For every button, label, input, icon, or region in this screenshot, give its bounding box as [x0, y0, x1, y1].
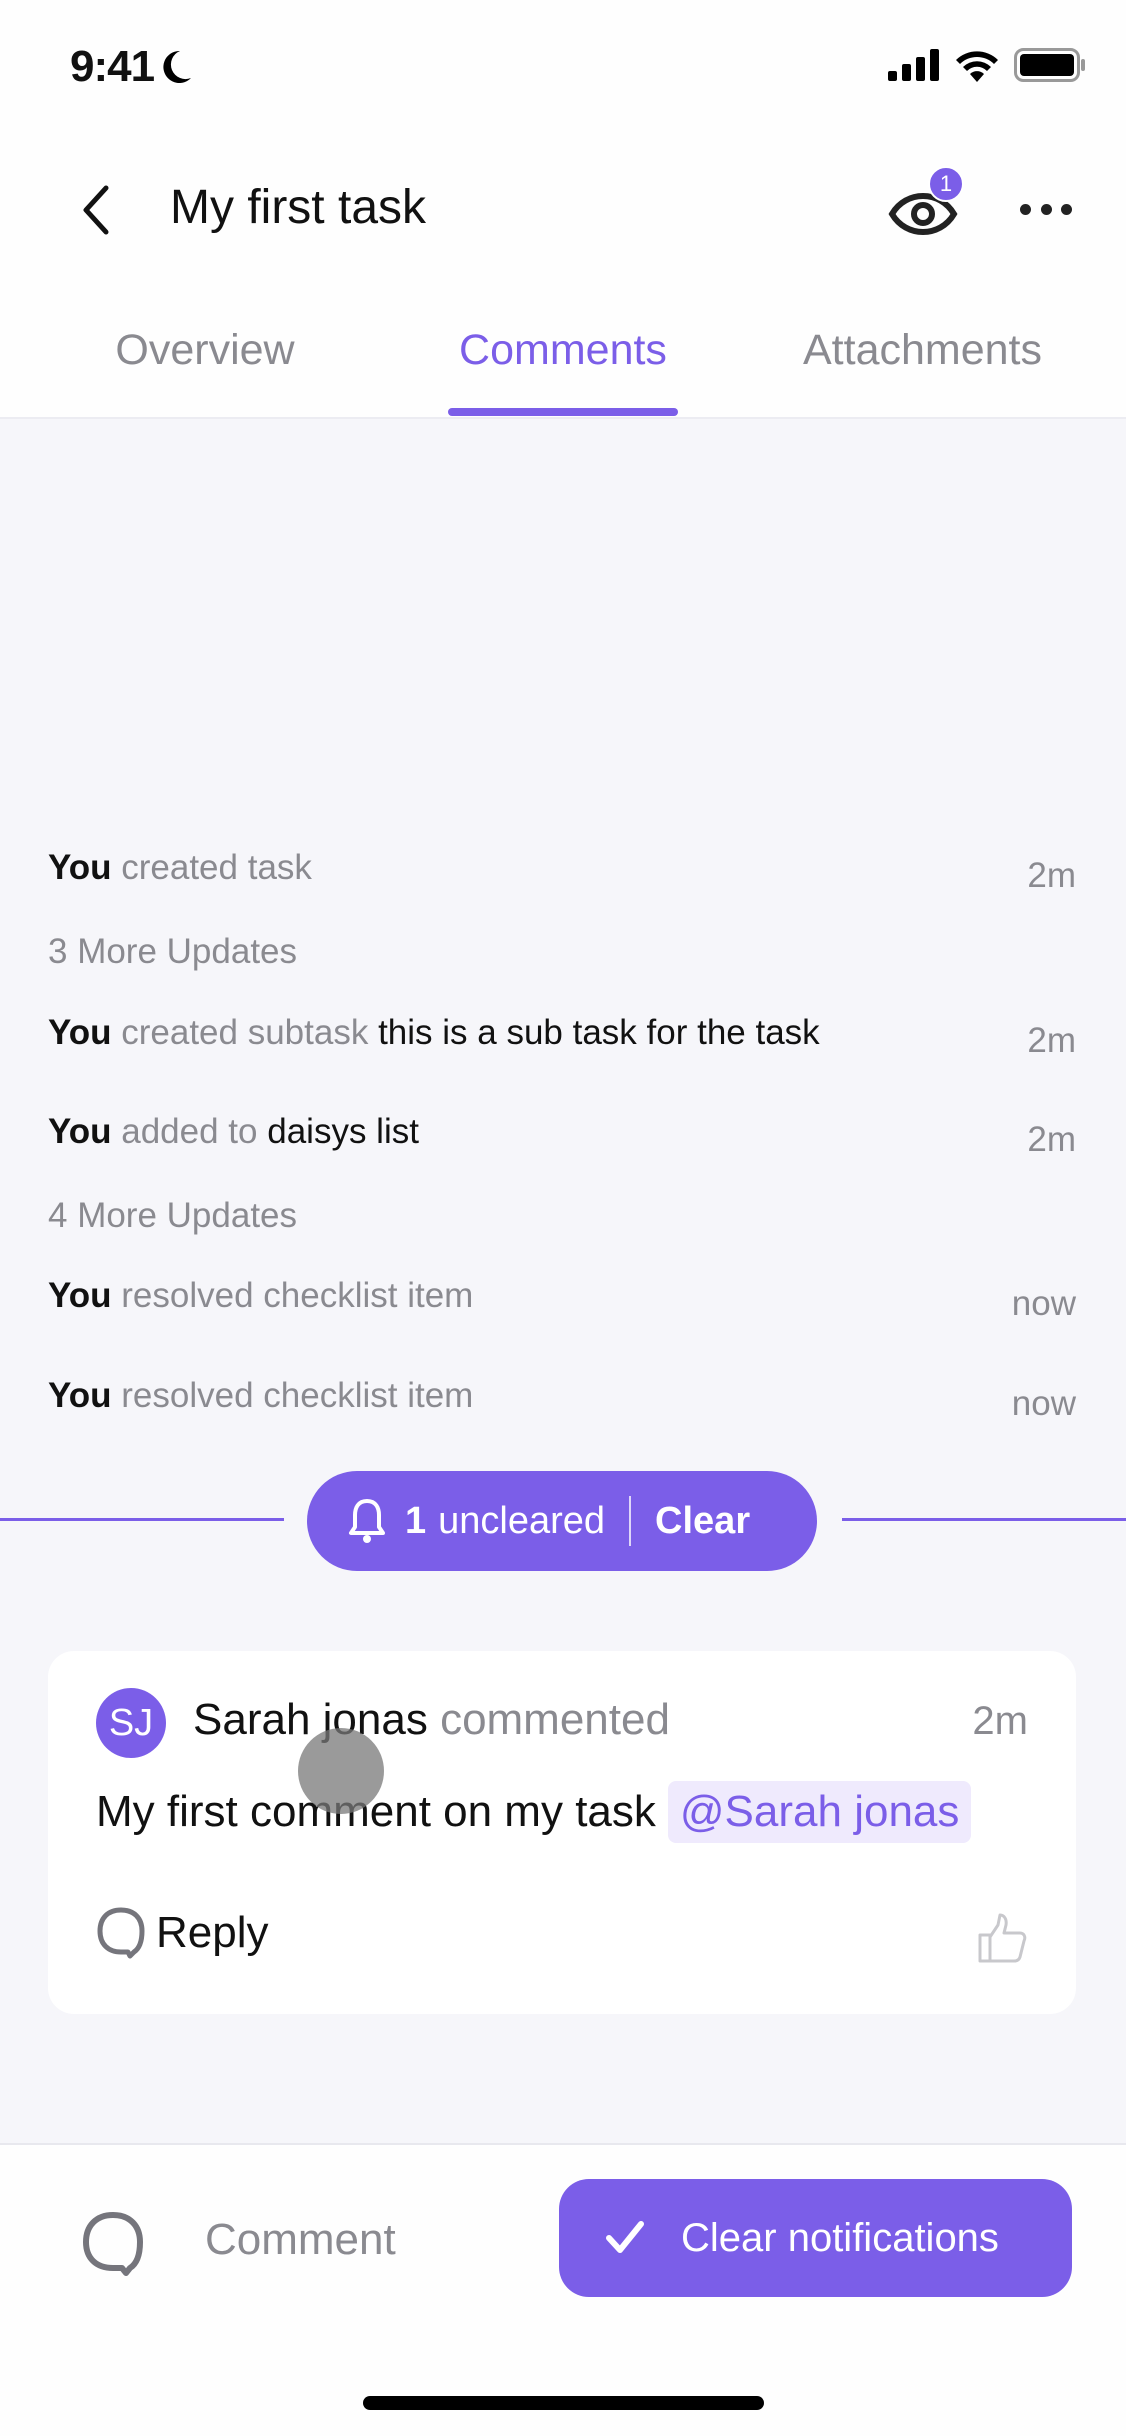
activity-actor: You: [48, 1376, 112, 1415]
clear-notifications-button[interactable]: Clear notifications: [559, 2179, 1072, 2297]
status-time-text: 9:41: [70, 42, 155, 91]
more-dot: [1061, 203, 1072, 215]
comment-body: My first comment on my task @Sarah jonas: [96, 1781, 972, 1843]
comment-verb: commented: [440, 1695, 670, 1744]
tab-overview[interactable]: Overview: [100, 326, 310, 375]
comment-bubble-icon[interactable]: [80, 2210, 146, 2276]
activity-item: You resolved checklist item: [48, 1376, 473, 1416]
activity-time: now: [1011, 1384, 1076, 1423]
uncleared-pill: 1 uncleared Clear: [307, 1471, 817, 1571]
comment-card: SJ Sarah jonas commented 2m My first com…: [48, 1651, 1076, 2014]
active-tab-indicator: [448, 408, 678, 416]
uncleared-label: uncleared: [438, 1499, 606, 1542]
checkmark-icon: [606, 2221, 644, 2253]
activity-time: 2m: [1027, 856, 1076, 895]
activity-action: created task: [121, 848, 312, 887]
touch-indicator: [298, 1728, 384, 1814]
bell-icon: [349, 1499, 385, 1543]
avatar[interactable]: SJ: [96, 1688, 166, 1758]
clear-button[interactable]: Clear: [655, 1500, 750, 1543]
activity-action: created subtask: [121, 1013, 369, 1052]
more-updates-link[interactable]: 3 More Updates: [48, 932, 297, 972]
more-dot: [1040, 203, 1052, 215]
wifi-icon: [956, 51, 998, 82]
clear-notifications-label: Clear notifications: [681, 2215, 999, 2260]
activity-time: 2m: [1027, 1120, 1076, 1159]
status-time: 9:41: [70, 42, 194, 92]
battery-icon: [1014, 48, 1085, 82]
pill-separator: [629, 1496, 632, 1546]
uncleared-count: 1: [405, 1499, 427, 1542]
home-indicator: [363, 2396, 764, 2410]
activity-actor: You: [48, 1276, 112, 1315]
signal-icon: [888, 49, 939, 81]
back-chevron-icon[interactable]: [78, 182, 118, 238]
tab-attachments[interactable]: Attachments: [790, 326, 1055, 375]
more-updates-link[interactable]: 4 More Updates: [48, 1196, 297, 1236]
comment-header: Sarah jonas commented: [193, 1695, 670, 1745]
more-options-button[interactable]: [1020, 202, 1072, 216]
comment-author[interactable]: Sarah jonas: [193, 1695, 428, 1744]
activity-time: now: [1011, 1284, 1076, 1323]
status-icons: [888, 48, 1086, 82]
moon-icon: [163, 50, 192, 83]
uncleared-divider-left: [0, 1518, 284, 1521]
activity-action: resolved checklist item: [121, 1276, 474, 1315]
activity-action: resolved checklist item: [121, 1376, 474, 1415]
more-dots-icon: [1020, 203, 1031, 215]
activity-actor: You: [48, 848, 112, 887]
activity-actor: You: [48, 1112, 112, 1151]
activity-item: You resolved checklist item: [48, 1276, 473, 1316]
activity-object[interactable]: daisys list: [267, 1112, 419, 1151]
thumbs-up-icon[interactable]: [976, 1913, 1028, 1965]
page-title: My first task: [170, 181, 427, 234]
watchers-badge: 1: [928, 166, 964, 202]
activity-item: You added to daisys list: [48, 1112, 419, 1152]
comment-time: 2m: [972, 1699, 1028, 1743]
comment-input[interactable]: Comment: [205, 2215, 396, 2265]
activity-object[interactable]: this is a sub task for the task: [378, 1013, 820, 1052]
reply-button[interactable]: Reply: [96, 1906, 269, 1960]
mention-chip[interactable]: @Sarah jonas: [667, 1781, 972, 1843]
activity-time: 2m: [1027, 1021, 1076, 1060]
tab-comments[interactable]: Comments: [440, 326, 686, 375]
activity-action: added to: [121, 1112, 258, 1151]
uncleared-divider-right: [842, 1518, 1126, 1521]
activity-actor: You: [48, 1013, 112, 1052]
activity-item: You created task: [48, 848, 312, 888]
reply-label: Reply: [156, 1908, 269, 1957]
reply-bubble-icon: [97, 1907, 145, 1959]
activity-item: You created subtask this is a sub task f…: [48, 1013, 820, 1053]
